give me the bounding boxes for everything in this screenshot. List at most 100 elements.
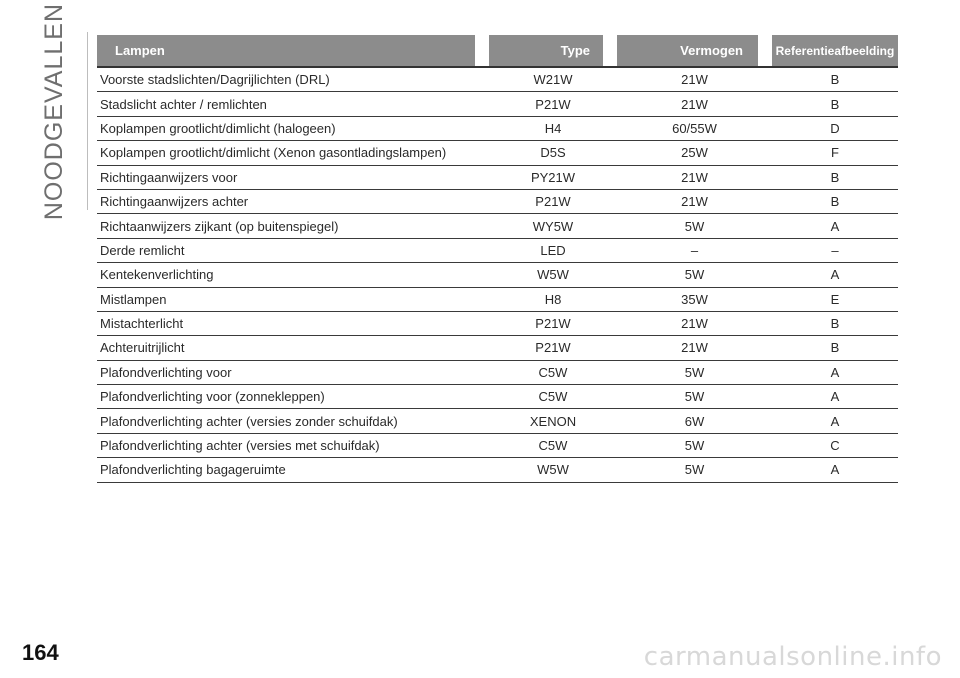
cell-vermogen: 6W	[684, 413, 705, 429]
table-header: Lampen Type Vermogen Referentieafbeeldin…	[97, 35, 898, 68]
cell-ref: B	[830, 340, 840, 356]
cell-lamp: Stadslicht achter / remlichten	[100, 96, 267, 112]
cell-type: C5W	[538, 389, 568, 405]
table-row: Derde remlicht LED – –	[97, 239, 898, 264]
header-referentieafbeelding: Referentieafbeelding	[772, 35, 898, 66]
cell-ref: A	[830, 364, 840, 380]
section-divider	[87, 32, 88, 210]
table-row: Plafondverlichting bagageruimte W5W 5W A	[97, 458, 898, 483]
cell-type: H4	[544, 120, 562, 136]
cell-lamp: Voorste stadslichten/Dagrijlichten (DRL)	[100, 72, 330, 88]
cell-lamp: Kentekenverlichting	[100, 267, 214, 283]
table-row: Richtingaanwijzers achter P21W 21W B	[97, 190, 898, 215]
cell-vermogen: 21W	[681, 169, 708, 185]
table-row: Achteruitrijlicht P21W 21W B	[97, 336, 898, 361]
table-row: Plafondverlichting voor C5W 5W A	[97, 361, 898, 386]
header-lampen: Lampen	[97, 35, 475, 66]
cell-vermogen: 21W	[681, 316, 708, 332]
cell-ref: A	[830, 413, 840, 429]
cell-ref: A	[830, 462, 840, 478]
watermark-text: carmanualsonline.info	[643, 642, 942, 672]
cell-ref: B	[830, 194, 840, 210]
cell-type: P21W	[535, 96, 571, 112]
cell-vermogen: 35W	[681, 291, 708, 307]
section-title: NOODGEVALLEN	[28, 3, 80, 220]
cell-lamp: Plafondverlichting achter (versies zonde…	[100, 413, 398, 429]
header-gap	[758, 35, 772, 66]
cell-ref: C	[830, 438, 840, 454]
header-gap	[475, 35, 489, 66]
cell-vermogen: 5W	[684, 218, 705, 234]
cell-ref: D	[830, 120, 840, 136]
cell-lamp: Koplampen grootlicht/dimlicht (halogeen)	[100, 120, 336, 136]
table-row: Richtingaanwijzers voor PY21W 21W B	[97, 166, 898, 190]
cell-vermogen: 21W	[681, 96, 708, 112]
cell-lamp: Plafondverlichting bagageruimte	[100, 462, 286, 478]
table-row: Koplampen grootlicht/dimlicht (Xenon gas…	[97, 141, 898, 166]
cell-type: WY5W	[532, 218, 574, 234]
cell-lamp: Achteruitrijlicht	[100, 340, 185, 356]
cell-ref: B	[830, 169, 840, 185]
table-body: Voorste stadslichten/Dagrijlichten (DRL)…	[97, 68, 898, 483]
cell-ref: F	[831, 145, 839, 161]
table-row: Kentekenverlichting W5W 5W A	[97, 263, 898, 288]
cell-lamp: Plafondverlichting voor (zonnekleppen)	[100, 389, 325, 405]
table-row: Mistachterlicht P21W 21W B	[97, 312, 898, 337]
cell-vermogen: 25W	[681, 145, 708, 161]
cell-type: XENON	[529, 413, 577, 429]
cell-vermogen: 5W	[684, 462, 705, 478]
cell-vermogen: 60/55W	[672, 120, 717, 136]
cell-vermogen: 21W	[681, 72, 708, 88]
table-row: Mistlampen H8 35W E	[97, 288, 898, 312]
table-row: Plafondverlichting voor (zonnekleppen) C5…	[97, 385, 898, 410]
table-row: Stadslicht achter / remlichten P21W 21W B	[97, 92, 898, 117]
cell-vermogen: –	[690, 242, 699, 258]
cell-ref: B	[830, 72, 840, 88]
cell-lamp: Richtaanwijzers zijkant (op buitenspiege…	[100, 218, 339, 234]
cell-type: P21W	[535, 340, 571, 356]
lamp-table: Lampen Type Vermogen Referentieafbeeldin…	[97, 35, 898, 483]
table-row: Plafondverlichting achter (versies zonde…	[97, 409, 898, 434]
cell-ref: A	[830, 267, 840, 283]
cell-type: D5S	[540, 145, 566, 161]
cell-vermogen: 5W	[684, 389, 705, 405]
cell-type: P21W	[535, 194, 571, 210]
cell-lamp: Mistlampen	[100, 291, 167, 307]
table-row: Plafondverlichting achter (versies met s…	[97, 434, 898, 459]
header-vermogen: Vermogen	[617, 35, 758, 66]
section-title-text: NOODGEVALLEN	[39, 2, 68, 220]
cell-type: P21W	[535, 316, 571, 332]
cell-ref: E	[830, 291, 840, 307]
cell-type: H8	[544, 291, 562, 307]
cell-type: W21W	[533, 72, 573, 88]
table-row: Koplampen grootlicht/dimlicht (halogeen)…	[97, 117, 898, 142]
table-row: Voorste stadslichten/Dagrijlichten (DRL)…	[97, 68, 898, 93]
header-type: Type	[489, 35, 603, 66]
cell-type: C5W	[538, 364, 568, 380]
cell-ref: A	[830, 218, 840, 234]
cell-ref: A	[830, 389, 840, 405]
cell-ref: –	[831, 242, 839, 258]
cell-lamp: Richtingaanwijzers achter	[100, 194, 249, 210]
cell-type: PY21W	[530, 169, 576, 185]
cell-lamp: Richtingaanwijzers voor	[100, 169, 238, 185]
cell-lamp: Derde remlicht	[100, 242, 185, 258]
cell-ref: B	[830, 316, 840, 332]
cell-ref: B	[830, 96, 840, 112]
table-row: Richtaanwijzers zijkant (op buitenspiege…	[97, 214, 898, 239]
page-number: 164	[22, 640, 59, 665]
cell-type: W5W	[537, 267, 569, 283]
cell-lamp: Koplampen grootlicht/dimlicht (Xenon gas…	[100, 145, 447, 161]
cell-vermogen: 21W	[681, 340, 708, 356]
cell-vermogen: 5W	[684, 267, 705, 283]
cell-type: C5W	[538, 438, 568, 454]
cell-type: LED	[540, 242, 566, 258]
cell-lamp: Plafondverlichting voor	[100, 364, 232, 380]
cell-lamp: Plafondverlichting achter (versies met s…	[100, 438, 380, 454]
cell-lamp: Mistachterlicht	[100, 316, 184, 332]
cell-type: W5W	[537, 462, 569, 478]
cell-vermogen: 21W	[681, 194, 708, 210]
cell-vermogen: 5W	[684, 438, 705, 454]
header-gap	[603, 35, 617, 66]
cell-vermogen: 5W	[684, 364, 705, 380]
